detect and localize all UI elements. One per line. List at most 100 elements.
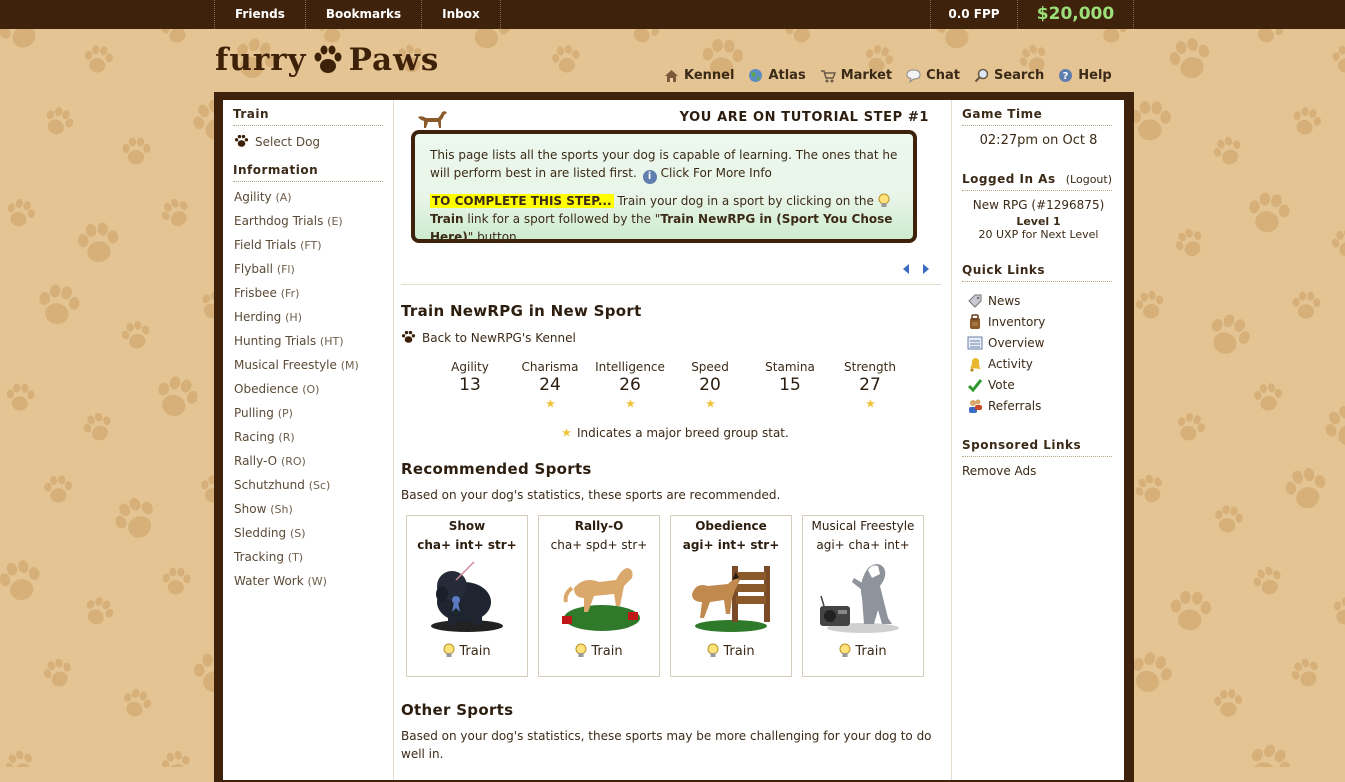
tutorial-text-1: This page lists all the sports your dog …	[430, 146, 920, 184]
sport-card-stats: cha+ int+ str+	[417, 538, 517, 552]
star-icon	[625, 399, 635, 408]
quick-link-label: Overview	[988, 336, 1045, 350]
train-link[interactable]: Train	[539, 643, 659, 659]
select-dog-link[interactable]: Select Dog	[234, 134, 320, 149]
stat-label: Strength	[844, 360, 896, 374]
dog-icon	[418, 111, 447, 128]
info-icon: i	[642, 170, 657, 184]
sport-info-link[interactable]: Frisbee (Fr)	[234, 286, 299, 300]
sport-info-link[interactable]: Racing (R)	[234, 430, 295, 444]
train-link-label: Train	[723, 644, 755, 659]
paw-print	[1291, 658, 1318, 687]
stat-star-slot	[510, 397, 590, 408]
sport-info-link[interactable]: Sledding (S)	[234, 526, 306, 540]
sport-info-link[interactable]: Pulling (P)	[234, 406, 293, 420]
sport-info-link[interactable]: Flyball (Fl)	[234, 262, 295, 276]
nav-chat[interactable]: Chat	[906, 68, 960, 83]
sport-name: Earthdog Trials	[234, 214, 324, 228]
bell-icon	[967, 356, 983, 372]
tutorial-box: This page lists all the sports your dog …	[411, 130, 920, 244]
quick-link-label: News	[988, 294, 1021, 308]
sport-info-link[interactable]: Musical Freestyle (M)	[234, 358, 359, 372]
bookmarks-link[interactable]: Bookmarks	[306, 0, 423, 29]
paw-print	[1214, 689, 1243, 717]
paw-print	[7, 199, 36, 227]
stat-strength: Strength 27	[830, 360, 910, 408]
sport-card-musical-freestyle: Musical Freestyle agi+ cha+ int+ Train	[802, 515, 924, 677]
sport-name: Agility	[234, 190, 272, 204]
friends-link[interactable]: Friends	[215, 0, 306, 29]
sport-name: Water Work	[234, 574, 304, 588]
select-dog-label: Select Dog	[255, 135, 321, 149]
inbox-link[interactable]: Inbox	[422, 0, 501, 29]
remove-ads-link[interactable]: Remove Ads	[962, 464, 1036, 478]
sport-info-link[interactable]: Tracking (T)	[234, 550, 303, 564]
paw-icon	[401, 330, 416, 343]
paw-print	[6, 383, 35, 411]
magnifier-icon	[974, 68, 989, 83]
sport-info-link[interactable]: Obedience (O)	[234, 382, 319, 396]
sport-card-obedience: Obedience agi+ int+ str+ Train	[670, 515, 792, 677]
top-nav-right: 0.0 FPP $20,000	[930, 0, 1134, 29]
sport-info-link[interactable]: Field Trials (FT)	[234, 238, 322, 252]
rally-dog-picture	[562, 568, 640, 631]
paw-print	[1175, 228, 1202, 257]
sport-info-link[interactable]: Hunting Trials (HT)	[234, 334, 344, 348]
quick-link-activity[interactable]: Activity	[967, 356, 1033, 372]
sport-info-link[interactable]: Herding (H)	[234, 310, 302, 324]
quick-link-overview[interactable]: Overview	[967, 335, 1045, 351]
sport-info-link[interactable]: Rally-O (RO)	[234, 454, 306, 468]
previous-arrow-icon[interactable]	[901, 263, 911, 275]
logged-in-heading: Logged In As (Logout)	[962, 172, 1112, 191]
paw-print	[83, 412, 111, 441]
sport-info-link[interactable]: Agility (A)	[234, 190, 292, 204]
sport-info-link[interactable]: Schutzhund (Sc)	[234, 478, 330, 492]
quick-link-inventory[interactable]: Inventory	[967, 314, 1045, 330]
sport-info-link[interactable]: Show (Sh)	[234, 502, 293, 516]
recommended-heading: Recommended Sports	[401, 460, 592, 478]
paw-print	[1251, 744, 1290, 767]
nav-market[interactable]: Market	[820, 68, 892, 83]
next-arrow-icon[interactable]	[921, 263, 931, 275]
sport-name: Show	[234, 502, 267, 516]
tutorial-instruction-c: " button.	[467, 230, 521, 244]
sport-name: Rally-O	[234, 454, 278, 468]
uxp-next-level: 20 UXP for Next Level	[978, 228, 1099, 241]
nav-search[interactable]: Search	[974, 68, 1044, 83]
show-dog-picture	[431, 561, 503, 632]
sport-info-link[interactable]: Earthdog Trials (E)	[234, 214, 343, 228]
stat-speed: Speed 20	[670, 360, 750, 408]
sport-abbr: (H)	[285, 311, 302, 324]
train-link[interactable]: Train	[671, 643, 791, 659]
complete-step-highlight: TO COMPLETE THIS STEP...	[430, 194, 614, 208]
paw-print	[1215, 505, 1243, 533]
train-link[interactable]: Train	[803, 643, 923, 659]
paw-print	[1292, 291, 1321, 319]
logout-link[interactable]: (Logout)	[1066, 173, 1112, 186]
stat-star-slot	[750, 397, 830, 407]
quick-link-news[interactable]: News	[967, 293, 1020, 309]
back-to-kennel-label: Back to NewRPG's Kennel	[422, 331, 576, 345]
sport-info-link[interactable]: Water Work (W)	[234, 574, 327, 588]
train-link-label: Train	[459, 644, 491, 659]
sport-name: Herding	[234, 310, 282, 324]
more-info-link[interactable]: Click For More Info	[661, 166, 772, 180]
paw-print	[77, 222, 119, 263]
paw-print	[1333, 597, 1345, 625]
quick-link-vote[interactable]: Vote	[967, 377, 1015, 393]
quick-link-referrals[interactable]: Referrals	[967, 398, 1041, 414]
user-name-link[interactable]: New RPG (#1296875)	[952, 198, 1125, 212]
nav-help[interactable]: ? Help	[1058, 68, 1112, 83]
furry-paws-logo[interactable]: furry Paws	[215, 42, 439, 78]
sport-name: Racing	[234, 430, 275, 444]
money-balance[interactable]: $20,000	[1018, 0, 1134, 29]
sport-abbr: (A)	[275, 191, 292, 204]
train-link-label: Train	[591, 644, 623, 659]
fpp-balance[interactable]: 0.0 FPP	[931, 0, 1018, 29]
nav-chat-label: Chat	[926, 68, 960, 83]
stat-value: 26	[619, 375, 641, 395]
nav-atlas[interactable]: Atlas	[748, 68, 806, 83]
back-to-kennel-link[interactable]: Back to NewRPG's Kennel	[401, 329, 576, 347]
nav-kennel[interactable]: Kennel	[664, 68, 734, 83]
train-link[interactable]: Train	[407, 643, 527, 659]
